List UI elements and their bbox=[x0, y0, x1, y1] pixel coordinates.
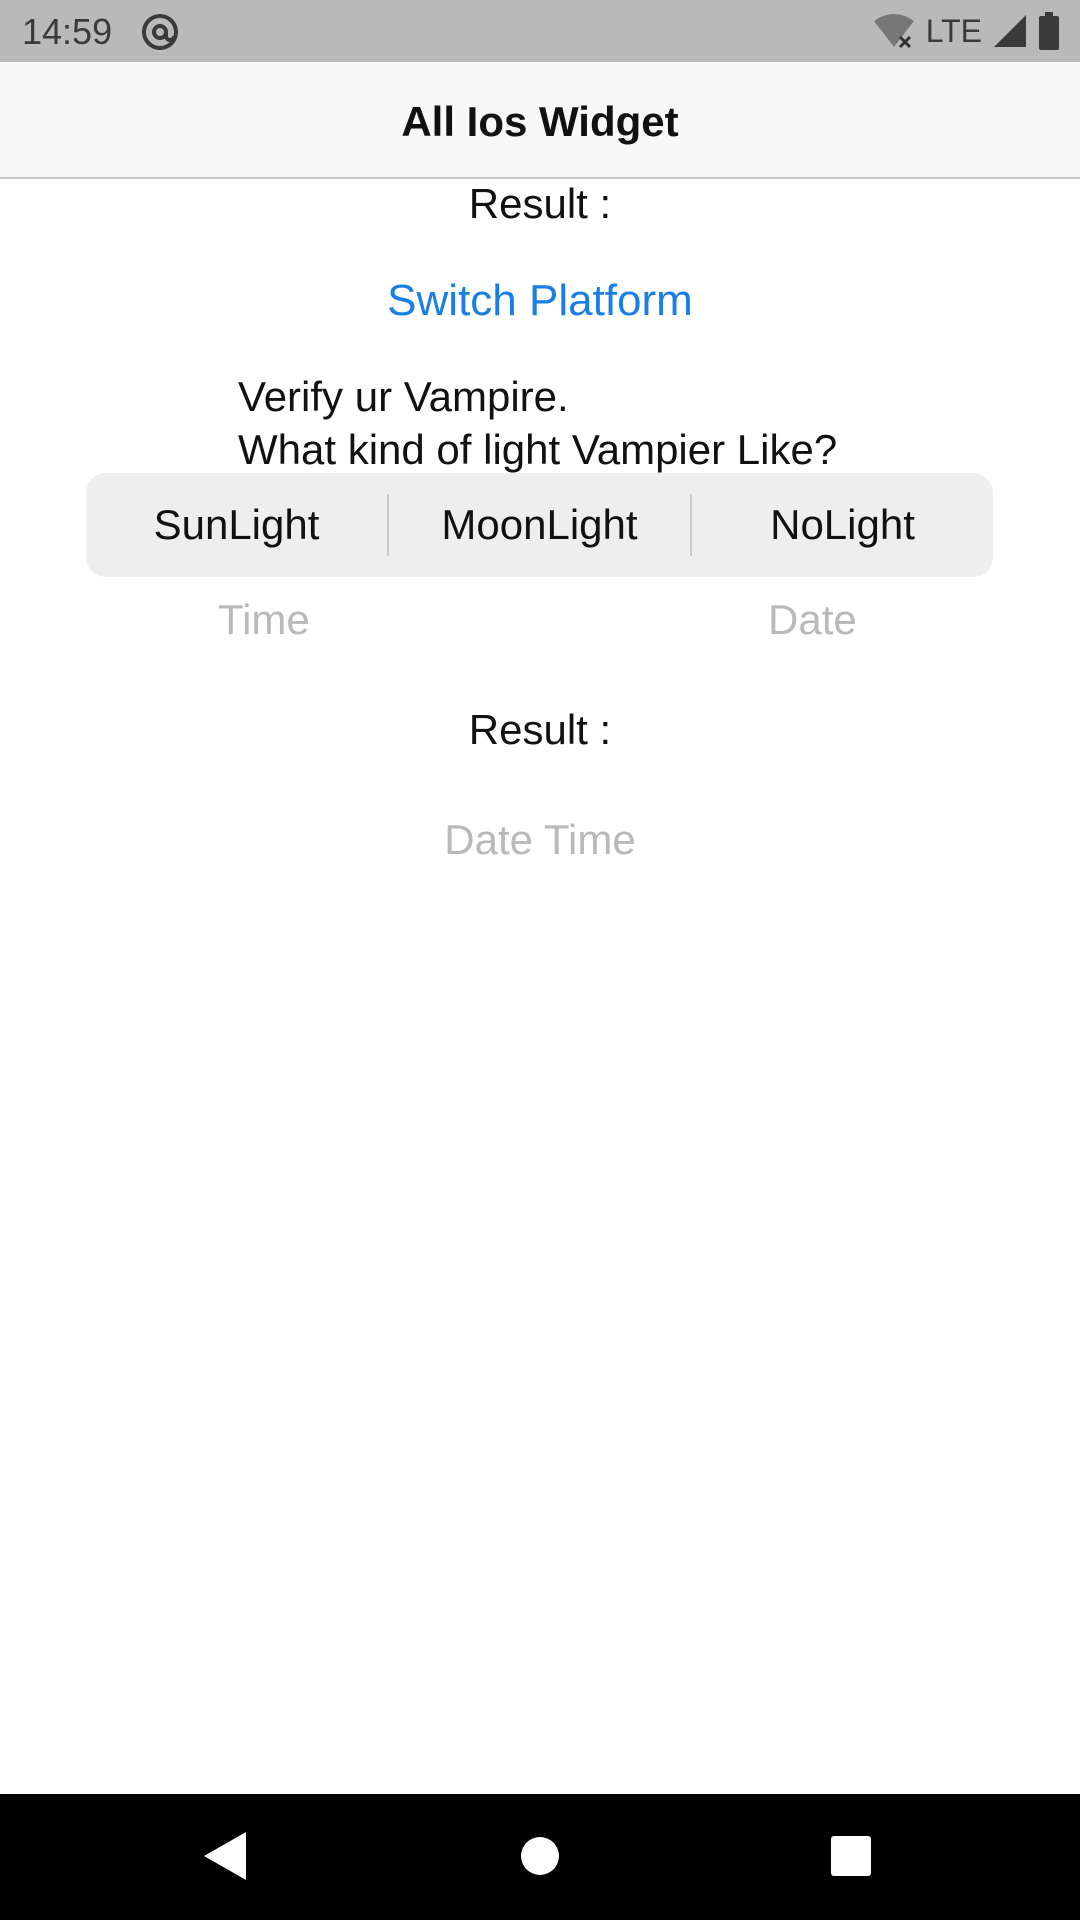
battery-icon bbox=[1039, 12, 1059, 50]
status-icons: LTE bbox=[872, 10, 1060, 52]
result-label-bottom: Result : bbox=[468, 706, 612, 753]
segment-sunlight[interactable]: SunLight bbox=[86, 473, 387, 577]
signal-icon bbox=[994, 15, 1026, 47]
home-icon[interactable] bbox=[520, 1830, 560, 1882]
page-title: All Ios Widget bbox=[401, 98, 679, 145]
wifi-off-icon bbox=[873, 14, 914, 49]
date-picker-button[interactable]: Date bbox=[768, 596, 857, 644]
question-text: Verify ur Vampire. What kind of light Va… bbox=[238, 370, 837, 476]
segment-nolight[interactable]: NoLight bbox=[692, 473, 993, 577]
time-picker-button[interactable]: Time bbox=[218, 596, 310, 644]
question-line-2: What kind of light Vampier Like? bbox=[238, 426, 838, 473]
status-bar: 14:59 LTE bbox=[0, 0, 1080, 62]
question-line-1: Verify ur Vampire. bbox=[238, 373, 569, 420]
back-icon[interactable] bbox=[202, 1830, 248, 1882]
light-segmented-control: SunLight MoonLight NoLight bbox=[86, 473, 993, 577]
recents-icon[interactable] bbox=[830, 1830, 872, 1882]
navigation-bar bbox=[0, 1794, 1080, 1920]
segment-moonlight[interactable]: MoonLight bbox=[389, 473, 690, 577]
result-label-top: Result : bbox=[468, 180, 612, 227]
at-sign-icon bbox=[142, 14, 178, 50]
switch-platform-button[interactable]: Switch Platform bbox=[0, 276, 1080, 326]
status-time: 14:59 bbox=[22, 11, 113, 52]
datetime-picker-button[interactable]: Date Time bbox=[0, 816, 1080, 864]
app-bar: All Ios Widget bbox=[0, 62, 1080, 179]
network-type: LTE bbox=[925, 12, 982, 49]
